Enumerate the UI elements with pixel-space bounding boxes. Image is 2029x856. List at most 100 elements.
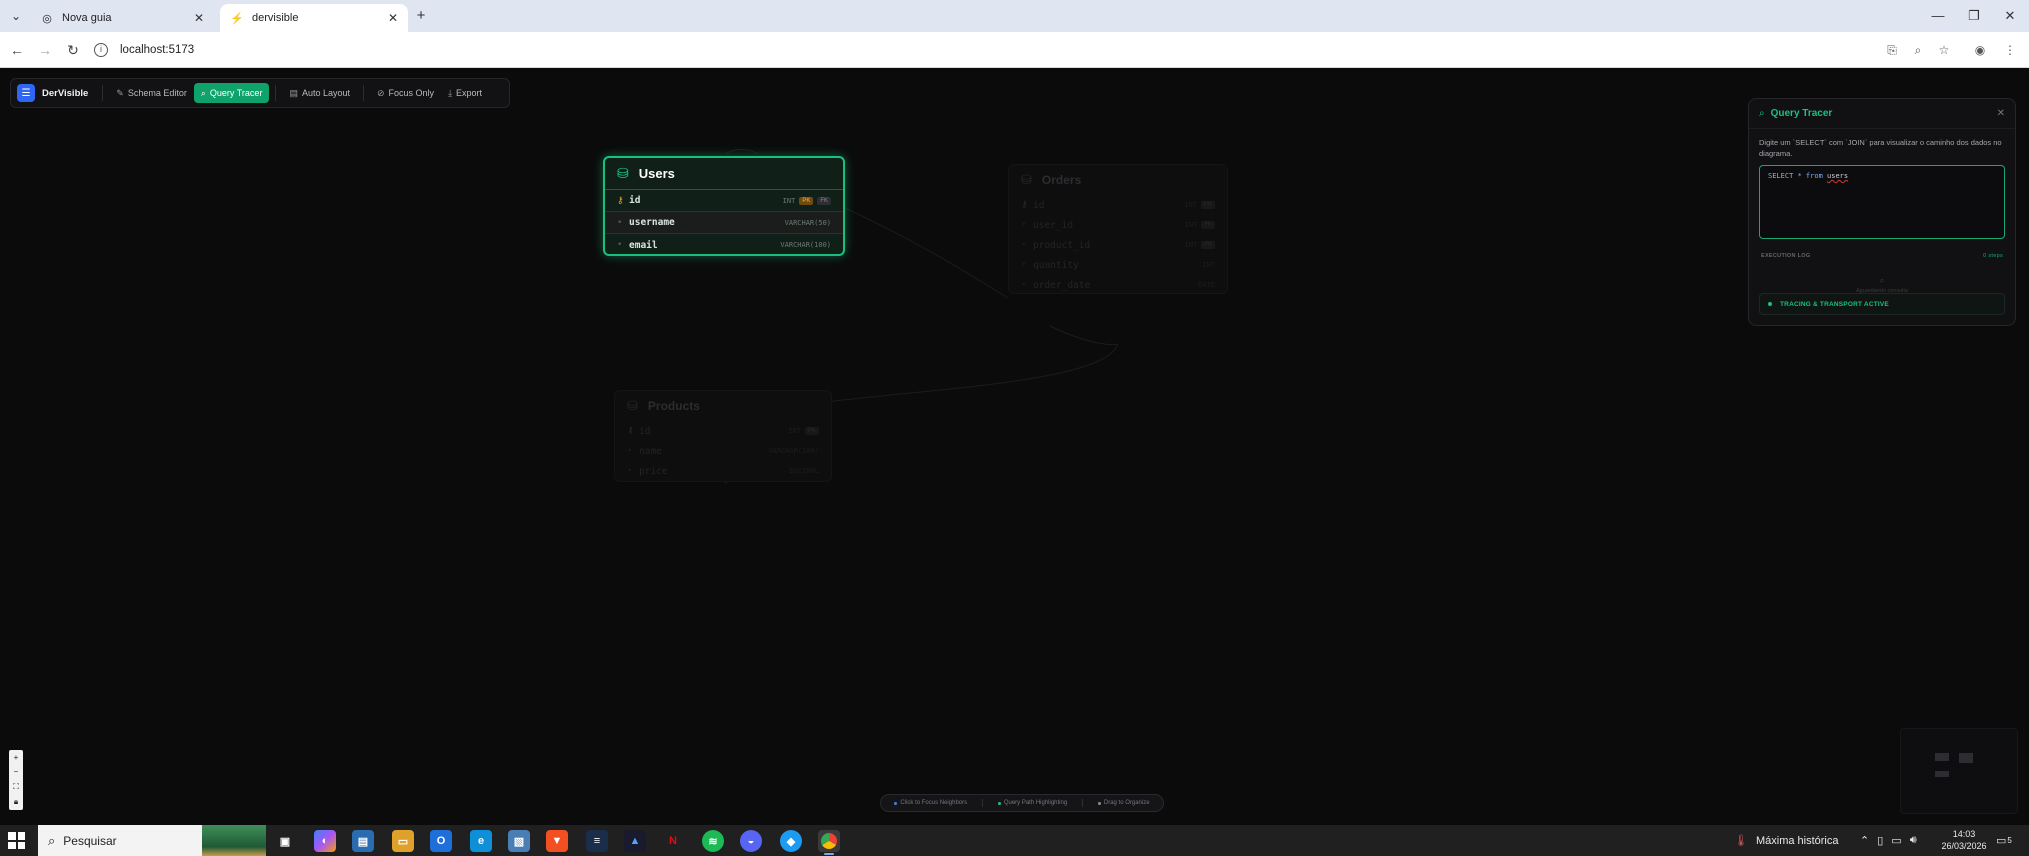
schema-editor-button[interactable]: ✎ Schema Editor: [109, 83, 194, 103]
close-tab-icon[interactable]: ✕: [194, 11, 204, 25]
taskbar-search[interactable]: ⌕ Pesquisar: [38, 825, 266, 856]
forward-icon[interactable]: →: [36, 41, 54, 59]
table-column-row[interactable]: • email VARCHAR(100): [605, 234, 843, 256]
database-icon: ⛁: [617, 165, 629, 181]
auto-layout-button[interactable]: ▤ Auto Layout: [282, 83, 357, 103]
network-icon[interactable]: ▭: [1891, 834, 1901, 847]
spotify-icon[interactable]: ≋: [702, 830, 724, 852]
tracing-status: TRACING & TRANSPORT ACTIVE: [1759, 293, 2005, 315]
column-name: id: [639, 425, 651, 437]
chrome-icon: [821, 833, 837, 849]
close-window-icon[interactable]: ✕: [2000, 8, 2020, 24]
column-type: VARCHAR(100): [768, 447, 819, 455]
focus-only-button[interactable]: ⊘ Focus Only: [370, 83, 441, 103]
system-tray: ⌃ ▯ ▭ 🔊︎: [1860, 825, 1917, 856]
reload-icon[interactable]: ↻: [64, 41, 82, 59]
table-name: Orders: [1041, 173, 1082, 187]
minimap[interactable]: [1900, 728, 2018, 814]
edge-icon[interactable]: e: [470, 830, 492, 852]
sql-query-input[interactable]: SELECT * from users: [1759, 165, 2005, 239]
status-dot-icon: [1768, 302, 1772, 306]
diagram-canvas[interactable]: ☰ DerVisible ✎ Schema Editor ⌕ Query Tra…: [0, 68, 2029, 825]
table-column-row[interactable]: ⚷ id INT PK FK: [605, 190, 843, 212]
copilot-icon[interactable]: ◐: [314, 830, 336, 852]
volume-icon[interactable]: 🔊︎: [1910, 834, 1917, 847]
discord-icon[interactable]: ◒: [740, 830, 762, 852]
key-icon: ⚷: [627, 426, 634, 436]
table-header: ⛁ Products: [615, 391, 831, 421]
table-column-row[interactable]: ⚷ id INT PK: [615, 421, 831, 441]
hint-item: Query Path Highlighting: [997, 800, 1068, 806]
back-icon[interactable]: ←: [8, 41, 26, 59]
tab-search-chevron-icon[interactable]: ⌄: [9, 9, 23, 23]
table-column-row[interactable]: • price DECIMAL: [615, 461, 831, 481]
file-explorer-icon[interactable]: ▭: [392, 830, 414, 852]
auto-layout-label: Auto Layout: [301, 88, 350, 98]
primary-key-badge: PK: [804, 427, 819, 435]
chrome-taskbar-icon[interactable]: [818, 830, 840, 855]
table-node-products[interactable]: ⛁ Products ⚷ id INT PK • name VARCHAR(10…: [614, 390, 832, 482]
task-view-icon[interactable]: ▣: [274, 830, 296, 852]
tab-dervisible[interactable]: ⚡ dervisible ✕: [220, 4, 408, 32]
bookmark-star-icon[interactable]: ☆: [1936, 42, 1952, 58]
clock-date: 26/03/2026: [1941, 841, 1987, 851]
restore-icon[interactable]: ❐: [1964, 8, 1984, 24]
tracing-status-text: TRACING & TRANSPORT ACTIVE: [1780, 300, 1889, 308]
netflix-icon[interactable]: N: [662, 830, 684, 852]
export-button[interactable]: ⤓ Export: [441, 83, 489, 103]
terminal-icon[interactable]: ≡: [586, 830, 608, 852]
lock-icon[interactable]: 🔒︎: [14, 797, 18, 807]
taskbar-clock[interactable]: 14:03 26/03/2026: [1936, 828, 1992, 852]
brave-icon[interactable]: ▼: [546, 830, 568, 852]
column-dot-icon: •: [1021, 240, 1027, 250]
table-column-row[interactable]: • quantity INT: [1009, 255, 1227, 275]
zoom-icon[interactable]: ⌕: [1910, 42, 1926, 58]
table-column-row[interactable]: • product_id INT FK: [1009, 235, 1227, 255]
table-column-row[interactable]: • user_id INT FK: [1009, 215, 1227, 235]
new-tab-button[interactable]: +: [412, 7, 430, 25]
edge-users-top: [724, 149, 759, 155]
close-panel-icon[interactable]: ✕: [1997, 108, 2005, 119]
foreign-key-badge: FK: [1201, 221, 1215, 229]
brand: ☰ DerVisible: [17, 84, 88, 102]
hint-label: Click to Focus Neighbors: [900, 800, 968, 806]
table-node-users[interactable]: ⛁ Users ⚷ id INT PK FK • username VARCHA…: [603, 156, 845, 256]
device-icon[interactable]: ▯: [1877, 834, 1883, 847]
execution-log-label: EXECUTION LOG: [1761, 253, 1811, 259]
url-field[interactable]: i localhost:5173: [94, 37, 1876, 63]
docker-icon[interactable]: ◆: [780, 830, 802, 852]
minimize-icon[interactable]: —: [1928, 8, 1948, 23]
close-tab-icon[interactable]: ✕: [388, 11, 398, 25]
zoom-out-icon[interactable]: −: [14, 767, 19, 776]
tab-nova-guia[interactable]: ◎ Nova guia ✕: [30, 4, 214, 32]
table-column-row[interactable]: ⚷ id INT PK: [1009, 195, 1227, 215]
primary-key-badge: PK: [1200, 201, 1215, 209]
search-icon: ⌕: [200, 87, 206, 98]
fit-view-icon[interactable]: ⛶: [13, 782, 19, 792]
weather-widget[interactable]: 🌡︎ Máxima histórica: [1734, 825, 1839, 856]
notepad-icon[interactable]: ▧: [508, 830, 530, 852]
query-tracer-label: Query Tracer: [209, 88, 263, 98]
table-column-row[interactable]: • username VARCHAR(50): [605, 212, 843, 234]
store-icon[interactable]: ▤: [352, 830, 374, 852]
table-column-row[interactable]: • order_date DATE: [1009, 275, 1227, 295]
column-dot-icon: •: [1021, 260, 1027, 270]
table-column-row[interactable]: • name VARCHAR(100): [615, 441, 831, 461]
table-node-orders[interactable]: ⛁ Orders ⚷ id INT PK • user_id INT FK • …: [1008, 164, 1228, 294]
zoom-in-icon[interactable]: +: [14, 753, 19, 762]
outlook-icon[interactable]: O: [430, 830, 452, 852]
hint-label: Query Path Highlighting: [1003, 800, 1068, 806]
site-info-icon[interactable]: i: [94, 43, 108, 57]
windows-start-icon[interactable]: [8, 832, 25, 849]
arch-icon[interactable]: ▲: [624, 830, 646, 852]
show-hidden-icons-icon[interactable]: ⌃: [1860, 834, 1869, 847]
notification-center[interactable]: ▭ 5: [1996, 825, 2012, 856]
profile-icon[interactable]: ◉: [1972, 42, 1988, 58]
column-name: email: [629, 239, 658, 251]
chrome-menu-icon[interactable]: ⋮: [2002, 42, 2018, 58]
table-name: Products: [647, 399, 700, 413]
translate-icon[interactable]: ⎘: [1884, 42, 1900, 58]
query-tracer-button[interactable]: ⌕ Query Tracer: [193, 83, 270, 103]
zoom-controls: + − ⛶ 🔒︎: [9, 750, 23, 810]
clock-time: 14:03: [1952, 829, 1976, 839]
